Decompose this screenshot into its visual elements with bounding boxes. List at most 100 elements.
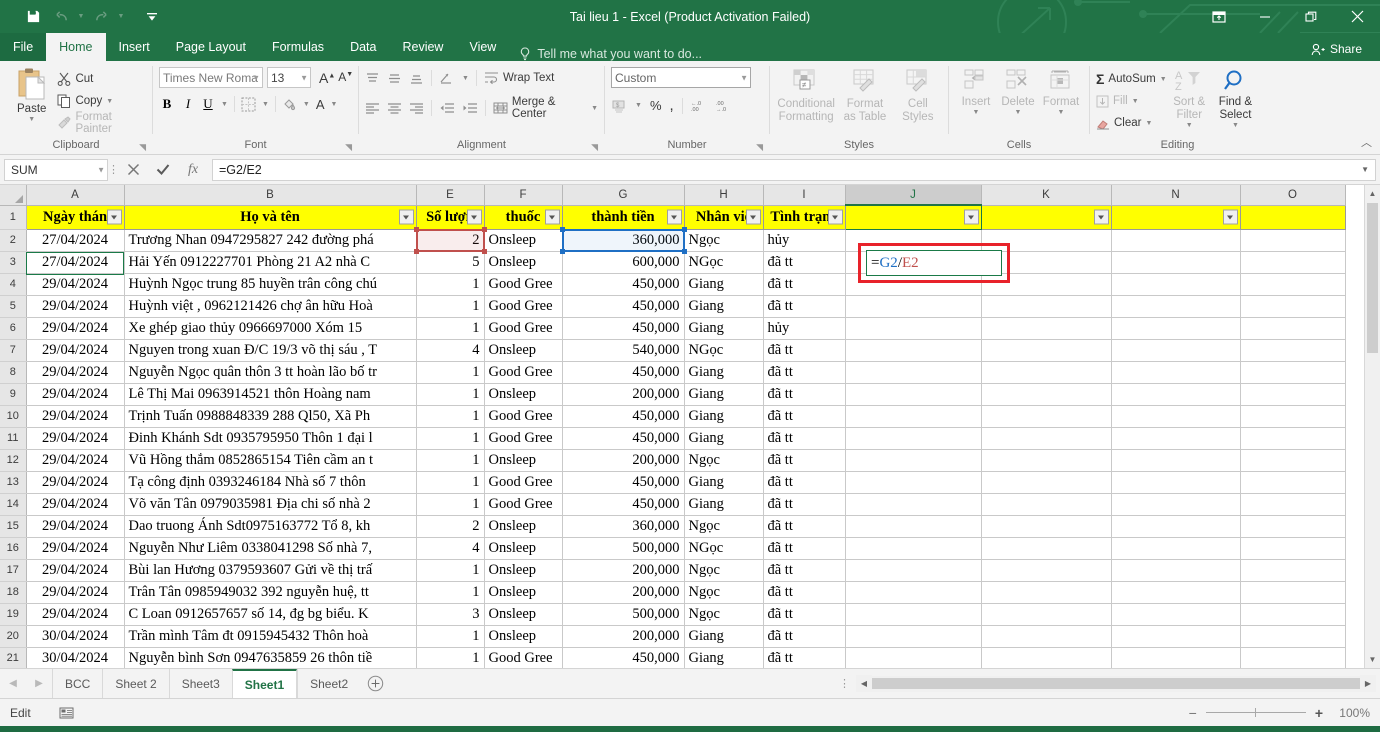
tab-page-layout[interactable]: Page Layout [163,33,259,61]
cell-e7[interactable]: 4 [416,339,485,362]
cell-h18[interactable]: Ngọc [684,581,764,604]
select-all-corner[interactable] [0,185,27,206]
cell-j10[interactable] [845,405,982,428]
increase-decimal-icon[interactable]: ←.0.00 [691,99,708,113]
cell-g11[interactable]: 450,000 [562,427,685,450]
cell-o3[interactable] [1240,251,1346,274]
cell-h10[interactable]: Giang [684,405,764,428]
number-format-select[interactable]: Custom ▼ [611,67,751,88]
formula-input[interactable]: =G2/E2 ▼ [212,158,1376,181]
row-header-15[interactable]: 15 [0,515,27,538]
cell-g4[interactable]: 450,000 [562,273,685,296]
cell-e15[interactable]: 2 [416,515,485,538]
autosum-dropdown-icon[interactable]: ▼ [1160,76,1167,83]
cell-b16[interactable]: Nguyễn Như Liêm 0338041298 Số nhà 7, [124,537,417,560]
filter-icon-k[interactable] [1093,209,1109,225]
decrease-indent-icon[interactable] [439,102,455,114]
undo-dropdown-icon[interactable]: ▼ [76,5,86,29]
cell-e6[interactable]: 1 [416,317,485,340]
cell-n5[interactable] [1111,295,1241,318]
cell-f12[interactable]: Onsleep [484,449,563,472]
decrease-decimal-icon[interactable]: .00 →.0 [716,99,733,113]
sheet-bar-grip[interactable]: ⋮ [839,677,856,690]
column-header-e[interactable]: E [416,185,485,206]
zoom-slider[interactable] [1205,706,1306,720]
cell-n21[interactable] [1111,647,1241,668]
cell-b14[interactable]: Võ văn Tân 0979035981 Địa chi số nhà 2 [124,493,417,516]
cell-o5[interactable] [1240,295,1346,318]
font-color-icon[interactable]: A [316,97,325,112]
cell-n11[interactable] [1111,427,1241,450]
cell-o4[interactable] [1240,273,1346,296]
cell-f16[interactable]: Onsleep [484,537,563,560]
scroll-right-icon[interactable]: ▶ [1360,675,1376,692]
cell-a16[interactable]: 29/04/2024 [26,537,125,560]
cell-b4[interactable]: Huỳnh Ngọc trung 85 huyền trân công chú [124,273,417,296]
cell-b13[interactable]: Tạ công định 0393246184 Nhà số 7 thôn [124,471,417,494]
chevron-right-icon[interactable]: ▶ [26,671,52,697]
merge-center-button[interactable]: Merge & Center ▼ [493,96,598,120]
column-header-i[interactable]: I [763,185,846,206]
merge-center-dropdown-icon[interactable]: ▼ [591,105,598,112]
cell-k14[interactable] [981,493,1112,516]
cell-n7[interactable] [1111,339,1241,362]
minimize-icon[interactable] [1242,0,1288,33]
align-right-icon[interactable] [409,102,424,114]
cell-g7[interactable]: 540,000 [562,339,685,362]
cell-o18[interactable] [1240,581,1346,604]
cell-a18[interactable]: 29/04/2024 [26,581,125,604]
cell-h8[interactable]: Giang [684,361,764,384]
cell-b15[interactable]: Dao truong Ánh Sdt0975163772 Tổ 8, kh [124,515,417,538]
cell-o20[interactable] [1240,625,1346,648]
cell-k7[interactable] [981,339,1112,362]
underline-dropdown-icon[interactable]: ▼ [221,101,228,108]
cell-k18[interactable] [981,581,1112,604]
alignment-dialog-launcher-icon[interactable]: ◥ [591,140,598,155]
cell-g3[interactable]: 600,000 [562,251,685,274]
cell-b10[interactable]: Trịnh Tuấn 0988848339 288 Ql50, Xã Ph [124,405,417,428]
cell-h5[interactable]: Giang [684,295,764,318]
header-cell-n1[interactable] [1111,205,1241,230]
cell-o16[interactable] [1240,537,1346,560]
clear-button[interactable]: Clear ▼ [1096,112,1167,134]
cell-j8[interactable] [845,361,982,384]
cell-b20[interactable]: Trần mình Tâm đt 0915945432 Thôn hoà [124,625,417,648]
cell-j7[interactable] [845,339,982,362]
cell-i8[interactable]: đã tt [763,361,846,384]
insert-cells-button[interactable]: Insert ▼ [955,66,997,118]
cell-o12[interactable] [1240,449,1346,472]
cell-o15[interactable] [1240,515,1346,538]
fill-button[interactable]: Fill ▼ [1096,90,1167,112]
cell-f19[interactable]: Onsleep [484,603,563,626]
cell-n13[interactable] [1111,471,1241,494]
column-header-h[interactable]: H [684,185,764,206]
cell-n20[interactable] [1111,625,1241,648]
cell-n4[interactable] [1111,273,1241,296]
cell-h15[interactable]: Ngọc [684,515,764,538]
copy-dropdown-icon[interactable]: ▼ [106,98,113,105]
cell-j19[interactable] [845,603,982,626]
cell-g17[interactable]: 200,000 [562,559,685,582]
header-cell-i1[interactable]: Tình trạng [763,205,846,230]
cell-h11[interactable]: Giang [684,427,764,450]
cell-f13[interactable]: Good Gree [484,471,563,494]
cell-a20[interactable]: 30/04/2024 [26,625,125,648]
cell-f10[interactable]: Good Gree [484,405,563,428]
cell-a10[interactable]: 29/04/2024 [26,405,125,428]
row-header-11[interactable]: 11 [0,427,27,450]
cell-k17[interactable] [981,559,1112,582]
cell-b9[interactable]: Lê Thị Mai 0963914521 thôn Hoàng nam [124,383,417,406]
cell-b8[interactable]: Nguyễn Ngọc quân thôn 3 tt hoàn lão bố t… [124,361,417,384]
bold-button[interactable]: B [159,96,175,112]
redo-icon[interactable] [88,5,114,29]
collapse-ribbon-icon[interactable]: ︿ [1361,134,1372,150]
row-header-5[interactable]: 5 [0,295,27,318]
ribbon-display-options-icon[interactable] [1196,0,1242,33]
cell-i3[interactable]: đã tt [763,251,846,274]
cell-f17[interactable]: Onsleep [484,559,563,582]
cell-i19[interactable]: đã tt [763,603,846,626]
name-box[interactable]: SUM ▼ [4,158,108,181]
cell-j20[interactable] [845,625,982,648]
cell-h7[interactable]: NGọc [684,339,764,362]
cell-j9[interactable] [845,383,982,406]
